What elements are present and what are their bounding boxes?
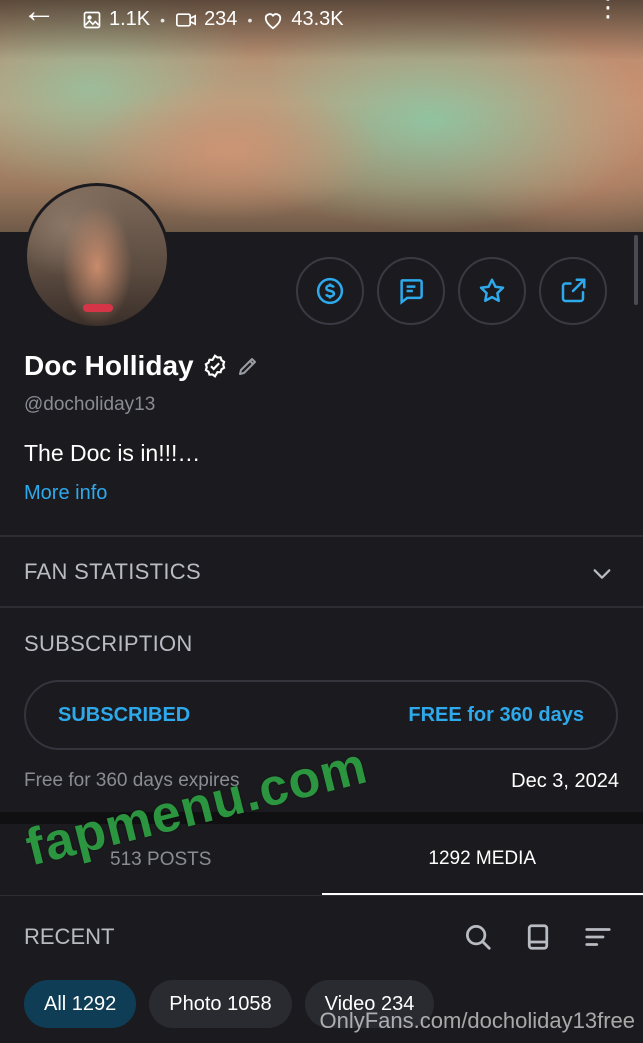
photos-count: 1.1K [109, 8, 151, 30]
grid-view-icon[interactable] [523, 922, 553, 952]
profile-bio: The Doc is in!!!… [24, 440, 201, 466]
verified-badge-icon [204, 354, 225, 378]
message-button[interactable] [377, 257, 445, 325]
search-icon[interactable] [463, 922, 493, 952]
profile-name: Doc Holliday [24, 350, 194, 381]
heart-icon [265, 12, 282, 29]
separator-dot: • [160, 11, 166, 28]
more-options-button[interactable]: ⋮ [595, 0, 621, 20]
videos-count: 234 [204, 8, 238, 30]
share-icon [561, 278, 586, 303]
videos-stat: 234 [175, 8, 237, 31]
chevron-down-icon[interactable] [591, 563, 613, 585]
star-icon [479, 278, 505, 302]
subscription-price: FREE for 360 days [408, 703, 584, 726]
divider [0, 535, 643, 537]
photos-stat: 1.1K [82, 8, 150, 31]
subscription-status: SUBSCRIBED [58, 703, 191, 726]
profile-handle: @docholiday13 [24, 394, 156, 415]
video-icon [176, 12, 197, 27]
subscription-expires-date: Dec 3, 2024 [511, 770, 619, 792]
avatar[interactable] [24, 183, 170, 329]
tip-button[interactable] [296, 257, 364, 325]
subscription-title: SUBSCRIPTION [24, 631, 193, 656]
subscription-button[interactable]: SUBSCRIBED FREE for 360 days [24, 680, 618, 750]
separator-dot: • [247, 11, 253, 28]
profile-actions [296, 257, 607, 325]
filter-photo[interactable]: Photo 1058 [149, 980, 292, 1028]
profile-stats: 1.1K • 234 • 43.3K [82, 8, 344, 31]
avatar-detail [83, 304, 113, 312]
tab-media[interactable]: 1292 MEDIA [321, 824, 643, 896]
dollar-icon [316, 277, 344, 305]
likes-stat: 43.3K [262, 8, 344, 31]
profile-name-row: Doc Holliday [24, 350, 260, 382]
pencil-icon[interactable] [236, 354, 260, 378]
favorite-button[interactable] [458, 257, 526, 325]
arrow-left-icon: ← [22, 0, 56, 30]
fan-statistics-title[interactable]: FAN STATISTICS [24, 559, 201, 585]
message-icon [400, 279, 423, 305]
tabs-divider [0, 895, 643, 896]
filter-all[interactable]: All 1292 [24, 980, 137, 1028]
more-info-link[interactable]: More info [24, 482, 107, 505]
divider [0, 606, 643, 608]
watermark-url: OnlyFans.com/docholiday13free [319, 1008, 636, 1033]
share-button[interactable] [539, 257, 607, 325]
sort-icon[interactable] [583, 922, 613, 952]
more-vertical-icon: ⋮ [595, 0, 621, 22]
recent-title: RECENT [24, 924, 115, 949]
likes-count: 43.3K [291, 8, 344, 30]
back-button[interactable]: ← [22, 0, 56, 28]
image-icon [83, 11, 101, 28]
scrollbar[interactable] [634, 235, 638, 305]
